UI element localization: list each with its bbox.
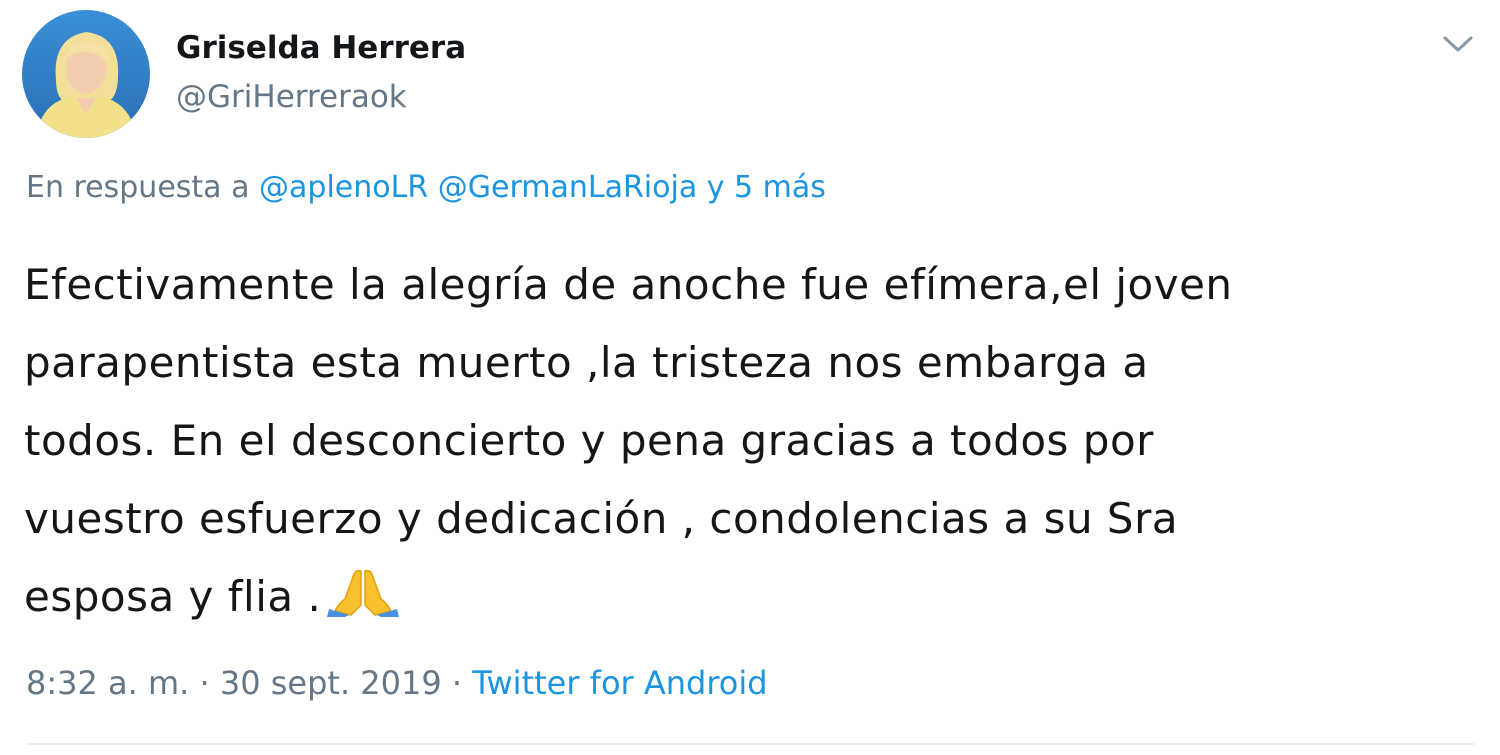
tweet-text-line: Efectivamente la alegría de anoche fue e… <box>24 260 1233 309</box>
tweet-time[interactable]: 8:32 a. m. <box>26 664 189 702</box>
avatar[interactable] <box>22 10 150 138</box>
tweet-text-line: parapentista esta muerto ,la tristeza no… <box>24 338 1149 387</box>
avatar-image <box>22 10 150 138</box>
author-handle[interactable]: @GriHerreraok <box>176 75 407 119</box>
meta-separator: · <box>451 664 463 702</box>
reply-context: En respuesta a @aplenoLR @GermanLaRioja … <box>26 166 826 210</box>
tweet-source-link[interactable]: Twitter for Android <box>472 664 767 702</box>
author-name[interactable]: Griselda Herrera <box>176 26 466 70</box>
tweet-date[interactable]: 30 sept. 2019 <box>220 664 442 702</box>
folded-hands-icon <box>325 564 401 617</box>
tweet-card: Griselda Herrera @GriHerreraok En respue… <box>0 0 1500 755</box>
tweet-text-line: vuestro esfuerzo y dedicación , condolen… <box>24 494 1179 543</box>
tweet-meta: 8:32 a. m. · 30 sept. 2019 · Twitter for… <box>26 660 768 706</box>
tweet-text-line: todos. En el desconcierto y pena gracias… <box>24 416 1154 465</box>
mention-link[interactable]: @aplenoLR <box>259 170 428 205</box>
reply-prefix: En respuesta a <box>26 170 250 205</box>
tweet-text: Efectivamente la alegría de anoche fue e… <box>24 246 1474 636</box>
tweet-text-line-last: esposa y flia . <box>24 558 1474 636</box>
mention-link[interactable]: @GermanLaRioja <box>438 170 697 205</box>
chevron-down-icon[interactable] <box>1432 22 1484 66</box>
meta-separator: · <box>199 664 210 702</box>
reply-more-link[interactable]: y 5 más <box>707 170 826 205</box>
tweet-text-line: esposa y flia . <box>24 572 322 621</box>
divider <box>26 743 1474 745</box>
